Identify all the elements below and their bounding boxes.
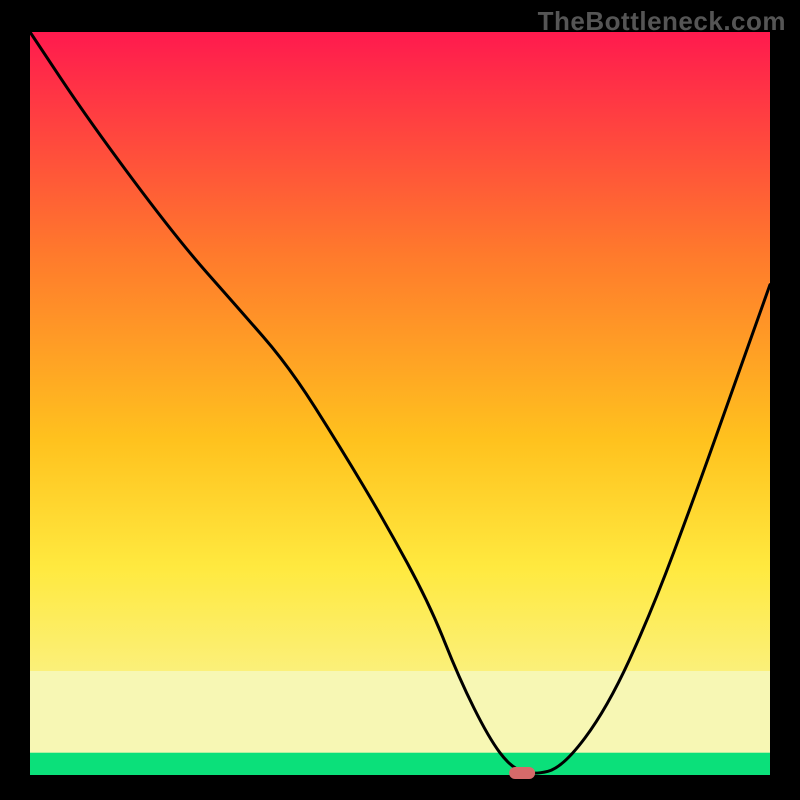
gradient-background — [30, 32, 770, 775]
watermark-text: TheBottleneck.com — [538, 6, 786, 37]
pale-band — [30, 671, 770, 753]
chart-svg — [0, 0, 800, 800]
chart-container: TheBottleneck.com — [0, 0, 800, 800]
trough-marker — [509, 767, 535, 779]
green-band — [30, 753, 770, 775]
